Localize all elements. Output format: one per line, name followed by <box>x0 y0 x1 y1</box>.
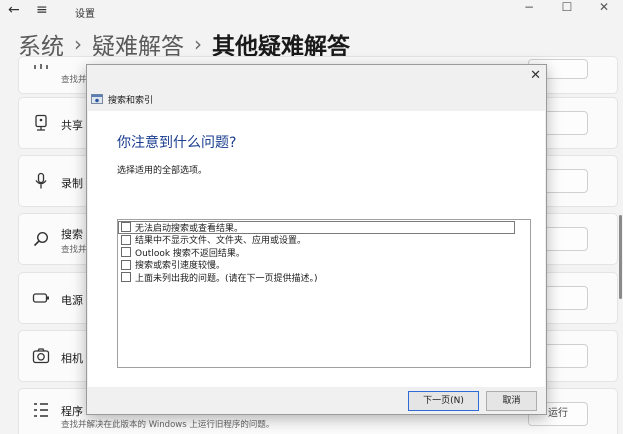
option-slow-search[interactable]: 搜索或索引速度较慢。 <box>118 259 530 272</box>
row-title: 搜索 <box>61 228 83 241</box>
option-label: 搜索或索引速度较慢。 <box>135 261 226 272</box>
checkbox[interactable] <box>121 247 131 258</box>
checkbox[interactable] <box>121 272 131 283</box>
dialog-heading: 你注意到什么问题? <box>117 135 237 151</box>
dialog-content: 你注意到什么问题? 选择适用的全部选项。 无法启动搜索或查看结果。 结果中不显示… <box>88 111 545 387</box>
shared-folder-icon <box>35 114 47 131</box>
row-subtitle: 查找并解决在此版本的 Windows 上运行旧程序的问题。 <box>61 420 275 430</box>
breadcrumb-separator: › <box>194 32 202 56</box>
close-icon[interactable]: ✕ <box>589 0 619 14</box>
row-title: 电源 <box>61 294 83 307</box>
dialog-close-icon[interactable]: ✕ <box>530 68 541 83</box>
troubleshooter-window-icon <box>91 94 103 104</box>
microphone-icon <box>35 172 47 189</box>
checkbox[interactable] <box>121 222 131 233</box>
minimize-icon[interactable]: − <box>514 0 544 14</box>
option-outlook-no-results[interactable]: Outlook 搜索不返回结果。 <box>118 246 530 259</box>
row-title: 录制 <box>61 177 83 190</box>
breadcrumb-separator: › <box>74 32 82 56</box>
row-title: 相机 <box>61 352 83 365</box>
camera-icon <box>32 348 50 364</box>
dialog-window-title: 搜索和索引 <box>108 96 154 106</box>
troubleshooter-dialog: ✕ 搜索和索引 你注意到什么问题? 选择适用的全部选项。 无法启动搜索或查看结果… <box>86 64 547 415</box>
checkbox[interactable] <box>121 234 131 245</box>
row-subtitle: 查找并 <box>61 245 87 255</box>
option-label: 上面未列出我的问题。(请在下一页提供描述。) <box>135 273 318 284</box>
option-results-missing[interactable]: 结果中不显示文件、文件夹、应用或设置。 <box>118 234 530 247</box>
compat-icon <box>34 403 48 417</box>
checkbox[interactable] <box>121 259 131 270</box>
back-icon[interactable]: ← <box>8 2 20 18</box>
row-title: 程序 <box>61 405 83 418</box>
problem-options-list: 无法启动搜索或查看结果。 结果中不显示文件、文件夹、应用或设置。 Outlook… <box>117 219 531 368</box>
option-label: 无法启动搜索或查看结果。 <box>135 223 244 234</box>
row-title: 共享 <box>61 119 83 132</box>
network-icon <box>34 64 48 69</box>
next-button[interactable]: 下一页(N) <box>408 391 479 411</box>
power-icon <box>32 293 49 303</box>
cancel-button[interactable]: 取消 <box>486 391 537 411</box>
option-cannot-start-search[interactable]: 无法启动搜索或查看结果。 <box>118 221 515 234</box>
option-label: 结果中不显示文件、文件夹、应用或设置。 <box>135 236 307 247</box>
dialog-instruction: 选择适用的全部选项。 <box>117 166 208 176</box>
row-subtitle: 查找并 <box>61 75 87 85</box>
search-icon <box>33 231 49 247</box>
option-not-listed[interactable]: 上面未列出我的问题。(请在下一页提供描述。) <box>118 271 530 284</box>
maximize-icon[interactable]: ☐ <box>552 0 582 14</box>
menu-icon[interactable]: ≡ <box>36 2 48 18</box>
scrollbar-thumb[interactable] <box>619 215 622 299</box>
title-bar: ← ≡ 设置 − ☐ ✕ <box>0 0 623 26</box>
option-label: Outlook 搜索不返回结果。 <box>135 248 245 259</box>
app-title: 设置 <box>75 9 95 20</box>
